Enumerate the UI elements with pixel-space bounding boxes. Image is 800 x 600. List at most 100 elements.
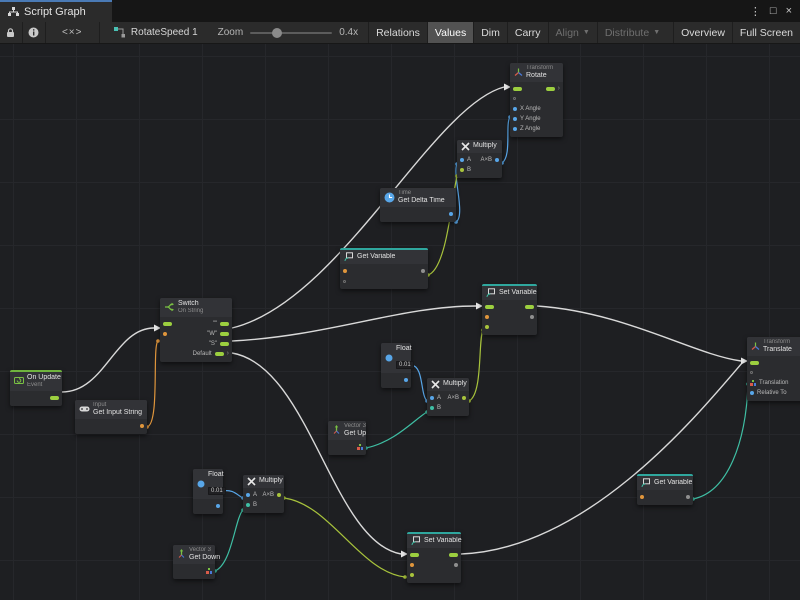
float-value-field[interactable]: 0.01 xyxy=(396,361,414,369)
transform-icon xyxy=(514,68,523,77)
flow-out-port[interactable] xyxy=(525,305,534,309)
flow-in-port[interactable] xyxy=(750,361,759,365)
value-in-port[interactable] xyxy=(485,325,489,329)
value-out-port[interactable] xyxy=(686,495,690,499)
variable-icon xyxy=(344,252,354,262)
dim-button[interactable]: Dim xyxy=(473,22,507,43)
node-get-variable-right[interactable]: Get Variable xyxy=(637,474,693,505)
relative-to-port[interactable] xyxy=(750,391,754,395)
full-screen-button[interactable]: Full Screen xyxy=(732,22,800,43)
a-in-port[interactable] xyxy=(430,396,434,400)
node-switch-on-string[interactable]: Switch On String "" "W" "S" xyxy=(160,298,232,362)
node-multiply-bottom[interactable]: Multiply A A×B B xyxy=(243,475,284,513)
values-button[interactable]: Values xyxy=(427,22,473,43)
translation-in-port[interactable] xyxy=(750,380,756,386)
string-out-port[interactable] xyxy=(140,424,144,428)
x-angle-port[interactable] xyxy=(513,107,517,111)
vector3-out-port[interactable] xyxy=(357,444,363,450)
name-in-port[interactable] xyxy=(343,269,347,273)
vector3-icon xyxy=(332,425,341,435)
align-dropdown[interactable]: Align▼ xyxy=(548,22,597,43)
flow-in-port[interactable] xyxy=(163,322,172,326)
b-in-port[interactable] xyxy=(430,406,434,410)
a-in-port[interactable] xyxy=(246,493,250,497)
lock-button[interactable] xyxy=(0,22,23,43)
target-in-port[interactable] xyxy=(513,97,516,100)
node-get-up[interactable]: Vector 3 Get Up xyxy=(328,421,366,455)
flow-out-port[interactable] xyxy=(50,396,59,400)
case-out-port[interactable] xyxy=(220,332,229,336)
value-in-port[interactable] xyxy=(410,573,414,577)
relations-button[interactable]: Relations xyxy=(368,22,427,43)
node-title: Translate xyxy=(763,346,792,354)
result-out-port[interactable] xyxy=(277,493,281,497)
graph-breadcrumb[interactable]: RotateSpeed 1 xyxy=(100,22,208,43)
float-icon xyxy=(385,354,393,362)
node-get-down[interactable]: Vector 3 Get Down xyxy=(173,545,215,579)
zoom-slider-handle[interactable] xyxy=(272,28,282,38)
carry-button[interactable]: Carry xyxy=(507,22,548,43)
fallback-in-port[interactable] xyxy=(343,280,346,283)
node-set-variable-bottom[interactable]: Set Variable xyxy=(407,532,461,583)
zoom-to-fit-button[interactable]: <×> xyxy=(46,22,100,43)
variable-icon xyxy=(411,536,421,546)
case-label: "" xyxy=(213,321,217,327)
switch-branch-icon xyxy=(164,302,175,312)
flow-in-port[interactable] xyxy=(513,87,522,91)
flow-out-port[interactable] xyxy=(546,87,555,91)
default-out-port[interactable] xyxy=(215,352,224,356)
node-translate[interactable]: Transform Translate Translation Relative… xyxy=(747,337,800,401)
target-in-port[interactable] xyxy=(750,371,753,374)
node-on-update[interactable]: On Update Event xyxy=(10,370,62,406)
zoom-value: 0.4x xyxy=(339,27,358,38)
window-menu-icon[interactable]: ⋮ xyxy=(750,5,761,18)
node-float-bottom[interactable]: Float 0.01 xyxy=(193,469,223,514)
node-multiply-mid[interactable]: Multiply A A×B B xyxy=(427,378,469,416)
node-multiply-top[interactable]: Multiply A A×B B xyxy=(457,140,502,178)
node-float-mid[interactable]: Float 0.01 xyxy=(381,343,411,388)
name-in-port[interactable] xyxy=(410,563,414,567)
result-out-port[interactable] xyxy=(495,158,499,162)
z-angle-port[interactable] xyxy=(513,127,517,131)
y-angle-port[interactable] xyxy=(513,117,517,121)
zoom-label: Zoom xyxy=(218,27,244,38)
vector3-out-port[interactable] xyxy=(206,568,212,574)
chevron-down-icon: ▼ xyxy=(583,29,590,36)
zoom-slider[interactable] xyxy=(250,32,332,34)
overview-button[interactable]: Overview xyxy=(673,22,732,43)
value-out-port[interactable] xyxy=(421,269,425,273)
node-get-input-string[interactable]: Input Get Input String xyxy=(75,400,147,434)
float-value-field[interactable]: 0.01 xyxy=(208,487,226,495)
graph-canvas[interactable]: On Update Event Input Get Input String xyxy=(0,44,800,600)
value-out-port[interactable] xyxy=(530,315,534,319)
info-button[interactable] xyxy=(23,22,46,43)
name-in-port[interactable] xyxy=(485,315,489,319)
tab-script-graph[interactable]: Script Graph xyxy=(0,0,112,22)
b-in-port[interactable] xyxy=(246,503,250,507)
node-get-variable-top[interactable]: Get Variable xyxy=(340,248,428,289)
float-out-port[interactable] xyxy=(404,378,408,382)
flow-in-port[interactable] xyxy=(485,305,494,309)
b-in-port[interactable] xyxy=(460,168,464,172)
a-in-port[interactable] xyxy=(460,158,464,162)
name-in-port[interactable] xyxy=(640,495,644,499)
case-out-port[interactable] xyxy=(220,322,229,326)
flow-in-port[interactable] xyxy=(410,553,419,557)
script-graph-window: Script Graph ⋮ □ × <×> xyxy=(0,0,800,600)
result-out-port[interactable] xyxy=(462,396,466,400)
float-out-port[interactable] xyxy=(449,212,453,216)
value-out-port[interactable] xyxy=(454,563,458,567)
node-get-delta-time[interactable]: Time Get Delta Time xyxy=(380,188,456,222)
close-icon[interactable]: × xyxy=(786,5,792,17)
string-in-port[interactable] xyxy=(163,332,167,336)
node-subtitle: Event xyxy=(27,382,61,389)
flow-out-port[interactable] xyxy=(449,553,458,557)
case-out-port[interactable] xyxy=(220,342,229,346)
vector3-icon xyxy=(177,549,186,559)
node-rotate[interactable]: Transform Rotate › X Angle Y Angle Z Ang… xyxy=(510,63,563,137)
float-out-port[interactable] xyxy=(216,504,220,508)
node-set-variable-mid[interactable]: Set Variable xyxy=(482,284,537,335)
distribute-dropdown[interactable]: Distribute▼ xyxy=(597,22,667,43)
maximize-icon[interactable]: □ xyxy=(770,5,777,17)
variable-icon xyxy=(486,288,496,298)
